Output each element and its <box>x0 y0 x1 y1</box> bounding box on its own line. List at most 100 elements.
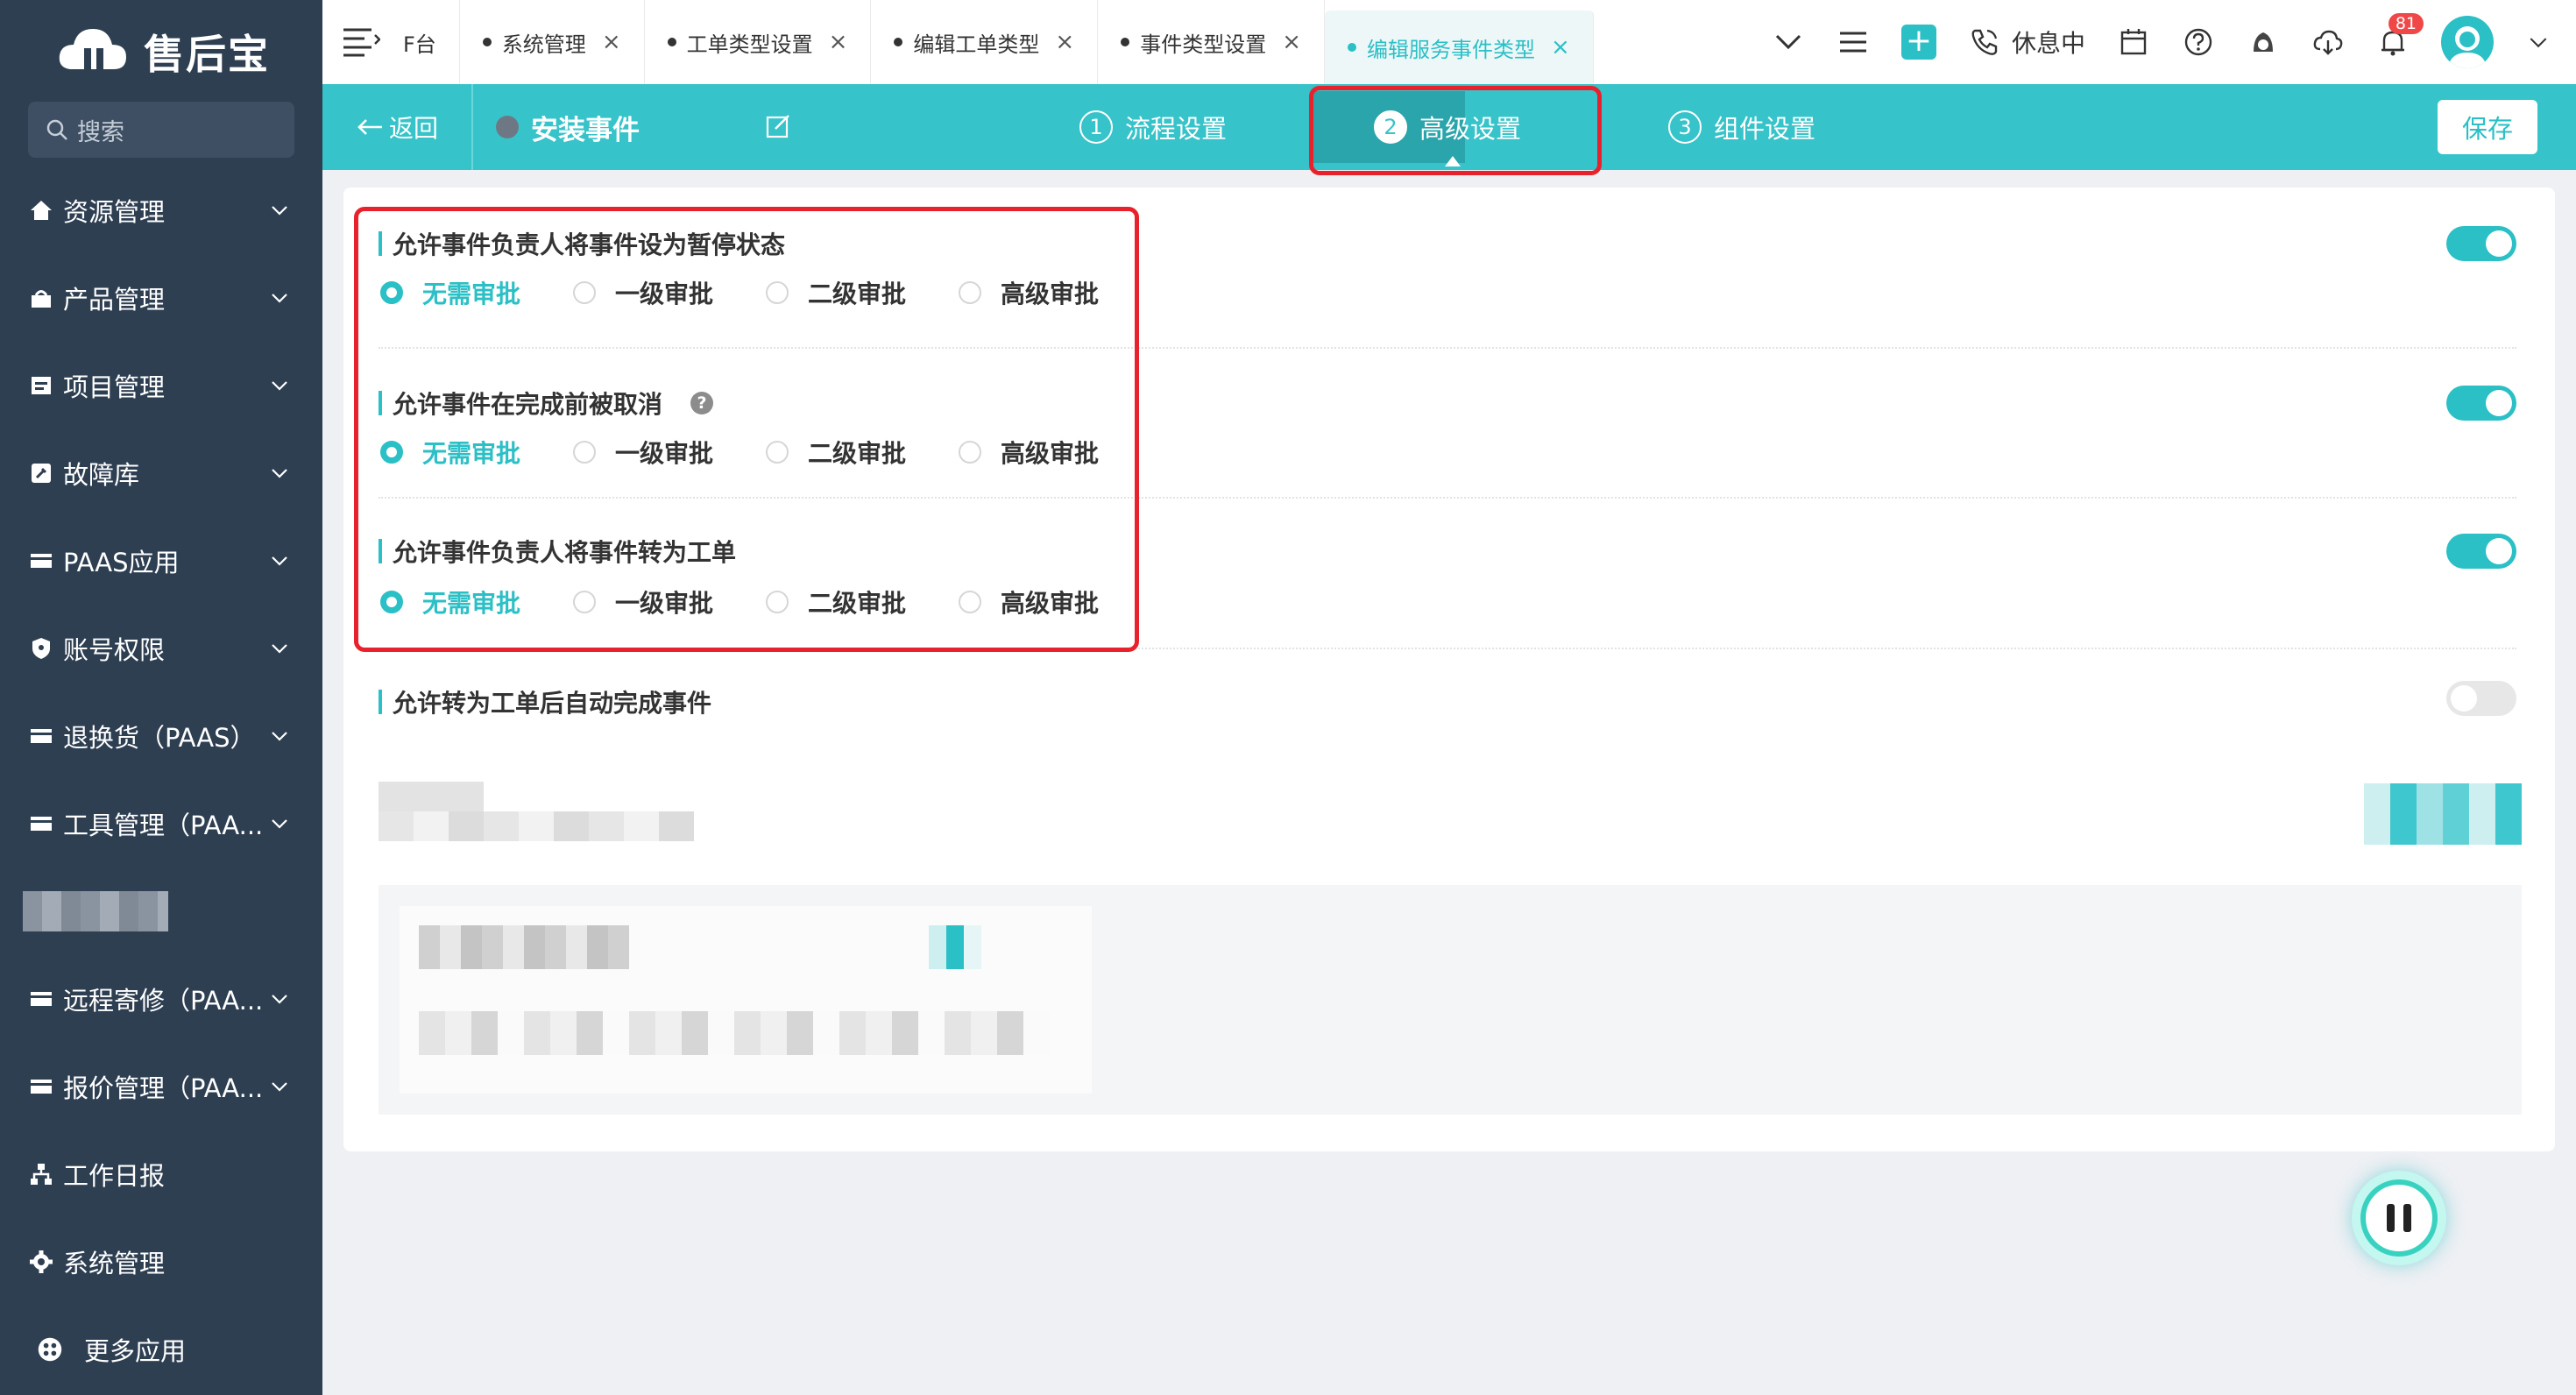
tab-dot <box>1348 43 1356 52</box>
tab-dot <box>667 38 676 46</box>
status-text[interactable]: 休息中 <box>2012 25 2085 60</box>
sidebar-item-system[interactable]: 系统管理 <box>0 1218 322 1306</box>
toggle-convert-to-work-order[interactable] <box>2446 534 2516 569</box>
step-process-settings[interactable]: 1 流程设置 <box>1079 84 1227 170</box>
pause-bar <box>2387 1204 2395 1232</box>
tab-event-type-settings[interactable]: 事件类型设置 × <box>1098 0 1325 84</box>
sidebar-item-tools[interactable]: 工具管理（PAA... <box>0 780 322 867</box>
menu-collapse-icon[interactable] <box>342 26 380 58</box>
toggle-auto-complete-event[interactable] <box>2446 681 2516 716</box>
setting-title: 允许转为工单后自动完成事件 <box>379 684 711 719</box>
help-icon[interactable] <box>2182 25 2215 59</box>
close-icon[interactable]: × <box>1282 29 1301 55</box>
sidebar-item-fault-library[interactable]: 故障库 <box>0 429 322 517</box>
sidebar-item-remote-repair[interactable]: 远程寄修（PAA... <box>0 955 322 1043</box>
tab-workbench[interactable]: F台 <box>389 0 460 84</box>
back-label: 返回 <box>388 114 438 143</box>
sidebar-item-label: 工具管理（PAA... <box>63 811 264 840</box>
step-label: 流程设置 <box>1125 114 1228 144</box>
tab-work-order-type-settings[interactable]: 工单类型设置 × <box>645 0 872 84</box>
project-icon <box>28 372 54 399</box>
cloud-download-icon[interactable] <box>2311 25 2345 59</box>
tab-dot <box>1121 38 1130 46</box>
redacted-block <box>419 1011 1050 1055</box>
sidebar-item-label: 报价管理（PAA... <box>63 1073 264 1103</box>
sidebar-item-label: 更多应用 <box>84 1336 187 1366</box>
sidebar-item-more-apps[interactable]: 更多应用 <box>0 1306 322 1393</box>
pause-bar <box>2403 1204 2411 1232</box>
phone-icon[interactable] <box>1968 25 2001 59</box>
save-button[interactable]: 保存 <box>2438 100 2537 154</box>
fault-icon <box>28 460 54 486</box>
tab-edit-service-event-type[interactable]: 编辑服务事件类型 × <box>1325 11 1594 84</box>
sidebar-item-daily-report[interactable]: 工作日报 <box>0 1130 322 1218</box>
sidebar-item-account-permissions[interactable]: 账号权限 <box>0 605 322 692</box>
setting-auto-complete-event: 允许转为工单后自动完成事件 <box>379 649 2516 754</box>
highlight-box-settings <box>354 207 1139 652</box>
add-button[interactable]: + <box>1900 25 1936 60</box>
sidebar-item-label: 退换货（PAAS） <box>63 723 256 753</box>
event-title: 安装事件 <box>496 108 640 147</box>
sidebar-item-label: 项目管理 <box>63 372 166 402</box>
close-icon[interactable]: × <box>1551 34 1570 60</box>
tab-label: 系统管理 <box>501 32 586 57</box>
sidebar-item-quotes[interactable]: 报价管理（PAA... <box>0 1043 322 1130</box>
sidebar-item-label: 资源管理 <box>63 197 166 227</box>
logo-icon <box>59 29 126 69</box>
chevron-down-icon <box>272 819 287 829</box>
toggle-pause-event[interactable] <box>2446 226 2516 261</box>
card-icon <box>28 986 54 1012</box>
sidebar-item-returns[interactable]: 退换货（PAAS） <box>0 692 322 780</box>
redacted-block <box>379 782 484 811</box>
redacted-block <box>929 925 981 969</box>
list-menu-icon[interactable] <box>1836 25 1870 59</box>
close-icon[interactable]: × <box>1055 29 1074 55</box>
edit-icon[interactable] <box>765 113 791 139</box>
sidebar-item-label: 工作日报 <box>63 1161 166 1191</box>
notification-bell[interactable]: 81 <box>2376 13 2424 59</box>
chevron-down-icon[interactable] <box>1772 25 1805 59</box>
avatar[interactable] <box>2441 16 2494 68</box>
step-label: 组件设置 <box>1714 114 1816 144</box>
redacted-card-container <box>379 885 2522 1115</box>
redacted-settings-area <box>379 773 2522 1141</box>
step-component-settings[interactable]: 3 组件设置 <box>1668 84 1815 170</box>
back-button[interactable]: 返回 <box>322 84 473 170</box>
tab-label: 编辑服务事件类型 <box>1367 37 1535 62</box>
sidebar-item-projects[interactable]: 项目管理 <box>0 342 322 429</box>
card-icon <box>28 811 54 837</box>
event-status-dot <box>496 116 519 138</box>
close-icon[interactable]: × <box>602 29 621 55</box>
sidebar-item-label: 故障库 <box>63 460 140 490</box>
top-actions: + 休息中 81 <box>1772 0 2576 84</box>
search-icon <box>46 119 67 140</box>
floating-pause-button[interactable] <box>2352 1171 2446 1265</box>
chevron-down-icon <box>272 644 287 654</box>
robot-assistant-icon[interactable] <box>2247 25 2280 59</box>
pause-icon <box>2360 1179 2438 1257</box>
step-number: 3 <box>1668 110 1702 144</box>
sidebar-item-resources[interactable]: 资源管理 <box>0 166 322 254</box>
redacted-block <box>419 925 629 969</box>
chevron-down-icon <box>272 995 287 1004</box>
sidebar-item-redacted[interactable] <box>0 867 322 955</box>
chevron-down-icon <box>272 732 287 741</box>
tab-edit-work-order-type[interactable]: 编辑工单类型 × <box>871 0 1099 84</box>
app-logo[interactable]: 售后宝 <box>53 12 270 91</box>
chevron-down-icon[interactable] <box>2525 25 2551 59</box>
setting-title-text: 允许转为工单后自动完成事件 <box>393 689 712 718</box>
redacted-card <box>400 906 1092 1094</box>
sidebar-item-products[interactable]: 产品管理 <box>0 254 322 342</box>
calendar-icon[interactable] <box>2117 25 2150 59</box>
toggle-cancel-event[interactable] <box>2446 386 2516 421</box>
search-input[interactable]: 搜索 <box>28 102 294 158</box>
sidebar-item-label: 产品管理 <box>63 285 166 315</box>
tab-system-management[interactable]: 系统管理 × <box>460 0 645 84</box>
chevron-down-icon <box>272 294 287 303</box>
close-icon[interactable]: × <box>829 29 848 55</box>
sidebar-item-paas-apps[interactable]: PAAS应用 <box>0 517 322 605</box>
search-placeholder: 搜索 <box>77 118 124 146</box>
redacted-block <box>379 811 694 841</box>
event-name: 安装事件 <box>531 114 640 146</box>
chevron-down-icon <box>272 556 287 566</box>
